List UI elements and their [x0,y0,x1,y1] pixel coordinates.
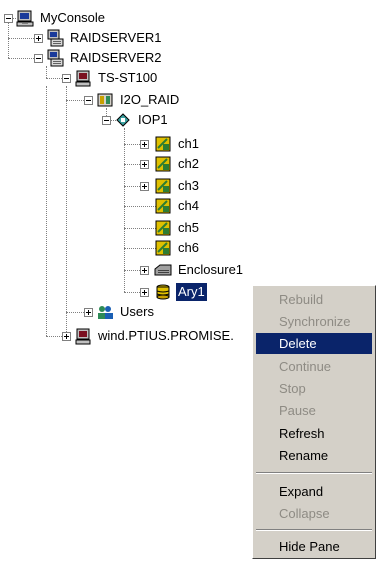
context-menu: Rebuild Synchronize Delete Continue Stop… [252,285,376,559]
channel-icon [154,155,172,173]
tree-line [46,86,47,336]
menu-item-synchronize: Synchronize [279,314,351,329]
tree-node-ch4[interactable]: ch4 [154,196,201,216]
menu-item-hide-pane[interactable]: Hide Pane [256,536,372,557]
tree-view-window: MyConsole RAIDSERVER1 RAIDSERVER2 TS-ST1… [0,0,378,562]
tree-node-users[interactable]: Users [96,302,156,322]
menu-item-collapse: Collapse [279,506,330,521]
tree-node-ch6[interactable]: ch6 [154,238,201,258]
tree-node-label: ch1 [178,136,199,151]
menu-item-continue: Continue [279,359,332,374]
collapse-toggle-ts-st100[interactable] [62,74,71,83]
channel-icon [154,197,172,215]
menu-item-delete[interactable]: Delete [256,333,372,354]
tree-node-i2o-raid[interactable]: I2O_RAID [96,90,181,110]
array-disk-icon [154,283,172,301]
users-icon [96,303,114,321]
tree-node-enclosure1[interactable]: Enclosure1 [154,260,245,280]
tree-line [124,228,156,229]
raid-controller-icon [96,91,114,109]
raid-server-icon [46,49,64,67]
tree-line [124,128,125,292]
tree-node-label: IOP1 [138,112,168,127]
tree-line [66,86,67,336]
tree-node-raidserver1[interactable]: RAIDSERVER1 [46,28,164,48]
tree-node-raidserver2[interactable]: RAIDSERVER2 [46,48,164,68]
expand-toggle-ch2[interactable] [140,160,149,169]
tree-line [8,58,36,59]
tree-node-ary1[interactable]: Ary1 [154,282,207,302]
tree-node-myconsole[interactable]: MyConsole [16,8,107,28]
tree-node-label-selected: Ary1 [176,283,207,301]
channel-icon [154,219,172,237]
host-computer-icon [74,69,92,87]
tree-node-label: MyConsole [40,10,106,25]
tree-node-label: Users [120,304,154,319]
collapse-toggle-iop1[interactable] [102,116,111,125]
tree-node-label: Enclosure1 [178,262,244,277]
tree-node-iop1[interactable]: IOP1 [114,110,170,130]
tree-line [8,38,36,39]
channel-icon [154,177,172,195]
tree-node-ch1[interactable]: ch1 [154,134,201,154]
tree-line [124,206,156,207]
menu-separator [256,472,372,474]
tree-node-label: wind.PTIUS.PROMISE. [98,328,234,343]
raid-server-icon [46,29,64,47]
collapse-toggle-i2o-raid[interactable] [84,96,93,105]
channel-icon [154,135,172,153]
tree-node-label: RAIDSERVER2 [70,50,162,65]
tree-node-label: I2O_RAID [120,92,180,107]
host-computer-icon [74,327,92,345]
expand-toggle-enclosure1[interactable] [140,266,149,275]
collapse-toggle-raidserver2[interactable] [34,54,43,63]
tree-node-label: ch3 [178,178,199,193]
expand-toggle-users[interactable] [84,308,93,317]
expand-toggle-ch3[interactable] [140,182,149,191]
console-computer-icon [16,9,34,27]
expand-toggle-ch1[interactable] [140,140,149,149]
tree-node-wind-host[interactable]: wind.PTIUS.PROMISE. [74,326,236,346]
tree-node-label: ch4 [178,198,199,213]
collapse-toggle-myconsole[interactable] [4,14,13,23]
expand-toggle-wind[interactable] [62,332,71,341]
menu-item-stop: Stop [279,381,306,396]
channel-icon [154,239,172,257]
expand-toggle-raidserver1[interactable] [34,34,43,43]
menu-item-rename[interactable]: Rename [256,445,372,466]
menu-item-refresh[interactable]: Refresh [256,423,372,444]
tree-line [124,248,156,249]
enclosure-icon [154,261,172,279]
menu-item-pause: Pause [279,403,316,418]
tree-node-label: ch6 [178,240,199,255]
menu-separator [256,529,372,531]
processor-icon [114,111,132,129]
menu-item-expand[interactable]: Expand [256,481,372,502]
tree-node-label: TS-ST100 [98,70,158,85]
tree-node-ts-st100[interactable]: TS-ST100 [74,68,159,88]
tree-node-label: RAIDSERVER1 [70,30,162,45]
tree-node-ch2[interactable]: ch2 [154,154,201,174]
tree-node-ch5[interactable]: ch5 [154,218,201,238]
menu-item-rebuild: Rebuild [279,292,324,307]
tree-node-label: ch5 [178,220,199,235]
tree-node-label: ch2 [178,156,199,171]
tree-node-ch3[interactable]: ch3 [154,176,201,196]
expand-toggle-ary1[interactable] [140,288,149,297]
